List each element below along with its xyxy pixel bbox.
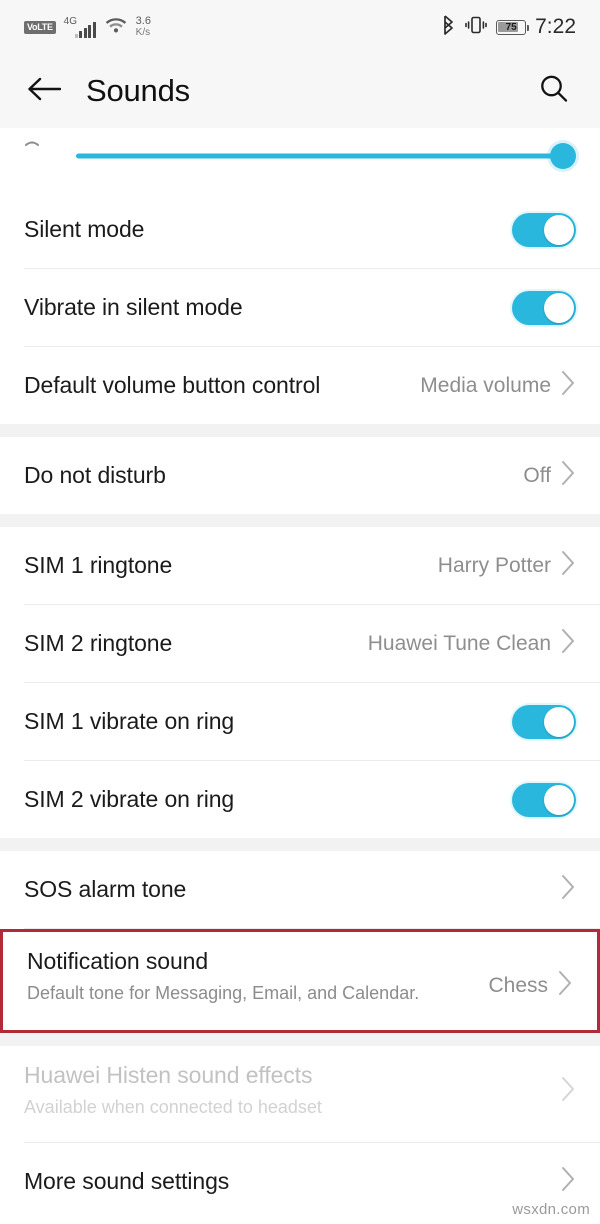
list-item-control: Media volume [420, 370, 576, 401]
volume-icon [24, 128, 68, 156]
battery-icon: 75 [496, 19, 530, 35]
chevron-right-icon [561, 628, 576, 659]
list-item-value: Harry Potter [437, 553, 551, 577]
volte-icon: VoLTE [24, 20, 56, 34]
network-speed-unit: K/s [135, 27, 151, 38]
list-item-control [512, 782, 576, 817]
list-item-label: Huawei Histen sound effects [24, 1062, 313, 1088]
network-generation-label: 4G [63, 16, 78, 27]
watermark-label: wsxdn.com [512, 1201, 590, 1218]
list-item-label: Notification sound [27, 948, 209, 974]
list-item-subtitle: Available when connected to headset [24, 1097, 322, 1117]
section-gap [0, 183, 600, 191]
list-item-value: Huawei Tune Clean [367, 631, 551, 655]
toggle-sim-1-vibrate-on-ring[interactable] [512, 704, 576, 739]
section-gap [0, 514, 600, 527]
chevron-right-icon [561, 550, 576, 581]
status-bar-right: 75 7:22 [441, 14, 576, 41]
list-item-control [512, 212, 576, 247]
chevron-right-icon [558, 970, 573, 1001]
list-item-control: Harry Potter [438, 550, 576, 581]
list-item-control [561, 874, 576, 905]
section-gap [0, 1033, 600, 1046]
chevron-right-icon [561, 460, 576, 491]
list-item-control: Off [523, 460, 576, 491]
toggle-sim-2-vibrate-on-ring[interactable] [512, 782, 576, 817]
network-speed-value: 3.6 [135, 15, 151, 27]
list-item-label: Silent mode [24, 216, 145, 242]
battery-level-label: 75 [505, 21, 517, 33]
vibrate-icon [465, 14, 487, 41]
list-item-text-block: Notification sound Default tone for Mess… [27, 948, 419, 1005]
list-item-sim-1-ringtone[interactable]: SIM 1 ringtone Harry Potter [0, 527, 600, 604]
list-item-control: Huawei Tune Clean [368, 628, 576, 659]
list-item-value: Media volume [420, 373, 551, 397]
list-item-label: SIM 2 vibrate on ring [24, 786, 235, 812]
list-item-control [561, 1076, 576, 1107]
toggle-silent-mode[interactable] [512, 212, 576, 247]
list-item-silent-mode[interactable]: Silent mode [0, 191, 600, 268]
status-bar: VoLTE 4G 3.6 K/s 75 7:22 [0, 0, 600, 54]
section-gap [0, 424, 600, 437]
list-item-sim-1-vibrate-on-ring[interactable]: SIM 1 vibrate on ring [0, 683, 600, 760]
list-item-sim-2-ringtone[interactable]: SIM 2 ringtone Huawei Tune Clean [0, 605, 600, 682]
list-item-control: Chess [488, 970, 573, 1001]
chevron-right-icon [561, 1076, 576, 1107]
status-bar-left: VoLTE 4G 3.6 K/s [24, 15, 151, 39]
list-item-control [561, 1166, 576, 1197]
list-item-notification-sound[interactable]: Notification sound Default tone for Mess… [0, 929, 600, 1033]
list-item-label: Do not disturb [24, 462, 166, 488]
signal-strength-icon: 4G [64, 16, 96, 38]
list-item-value: Chess [488, 973, 548, 997]
list-item-label: SOS alarm tone [24, 876, 187, 902]
volume-slider-row[interactable] [0, 128, 600, 183]
list-item-sos-alarm-tone[interactable]: SOS alarm tone [0, 851, 600, 928]
list-item-control [512, 704, 576, 739]
list-item-more-sound-settings[interactable]: More sound settings [0, 1143, 600, 1220]
list-item-control [512, 290, 576, 325]
list-item-default-volume-button-control[interactable]: Default volume button control Media volu… [0, 347, 600, 424]
search-icon [538, 73, 570, 110]
back-arrow-icon [27, 76, 62, 107]
settings-list-section-4: SOS alarm tone Notification sound Defaul… [0, 851, 600, 1033]
chevron-right-icon [561, 370, 576, 401]
search-button[interactable] [532, 69, 576, 113]
app-bar: Sounds [0, 54, 600, 128]
wifi-icon [104, 15, 128, 39]
volume-slider-fill [76, 153, 562, 158]
network-speed-indicator: 3.6 K/s [135, 15, 151, 39]
settings-list-section-2: Do not disturb Off [0, 437, 600, 514]
list-item-vibrate-in-silent-mode[interactable]: Vibrate in silent mode [0, 269, 600, 346]
list-item-value: Off [523, 463, 551, 487]
chevron-right-icon [561, 1166, 576, 1197]
bluetooth-icon [441, 14, 456, 41]
list-item-label: SIM 1 vibrate on ring [24, 708, 235, 734]
list-item-huawei-histen-sound-effects: Huawei Histen sound effects Available wh… [0, 1046, 600, 1142]
volume-slider-knob[interactable] [550, 142, 576, 169]
list-item-label: Vibrate in silent mode [24, 294, 243, 320]
list-item-label: Default volume button control [24, 372, 321, 398]
page-title: Sounds [86, 73, 190, 108]
settings-list-section-3: SIM 1 ringtone Harry Potter SIM 2 ringto… [0, 527, 600, 838]
list-item-text-block: Huawei Histen sound effects Available wh… [24, 1062, 322, 1119]
toggle-vibrate-in-silent-mode[interactable] [512, 290, 576, 325]
list-item-do-not-disturb[interactable]: Do not disturb Off [0, 437, 600, 514]
volume-slider-track[interactable] [76, 136, 576, 176]
list-item-label: SIM 1 ringtone [24, 552, 173, 578]
clock-label: 7:22 [535, 15, 576, 38]
list-item-label: More sound settings [24, 1168, 230, 1194]
list-item-subtitle: Default tone for Messaging, Email, and C… [27, 983, 420, 1003]
settings-list-section-5: Huawei Histen sound effects Available wh… [0, 1046, 600, 1220]
settings-list-section-1: Silent mode Vibrate in silent mode Defau… [0, 191, 600, 424]
chevron-right-icon [561, 874, 576, 905]
back-button[interactable] [24, 71, 64, 111]
list-item-label: SIM 2 ringtone [24, 630, 173, 656]
section-gap [0, 838, 600, 851]
list-item-sim-2-vibrate-on-ring[interactable]: SIM 2 vibrate on ring [0, 761, 600, 838]
signal-bars-icon [74, 22, 96, 38]
phone-screen: VoLTE 4G 3.6 K/s 75 7:22 Sounds Silent m… [0, 0, 600, 1224]
